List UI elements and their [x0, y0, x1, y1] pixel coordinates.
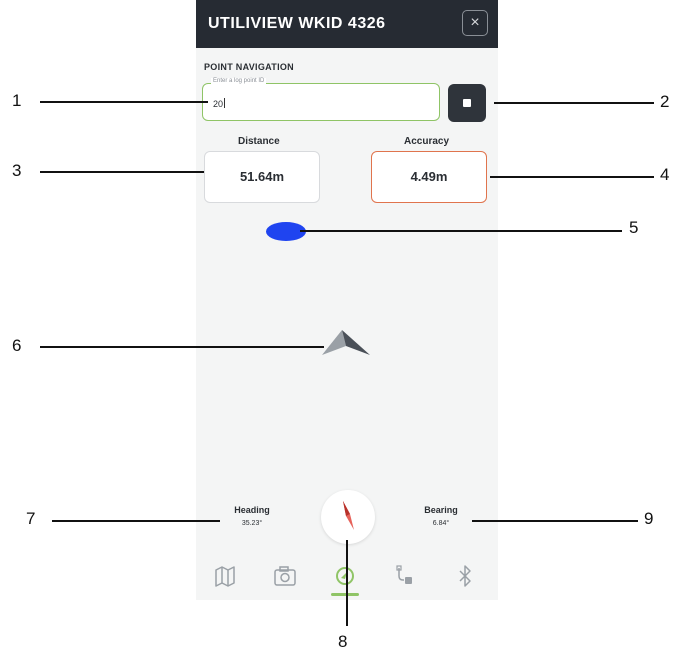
stop-icon: [463, 99, 471, 107]
heading-value: 35.23°: [241, 520, 263, 527]
callout-number: 9: [644, 509, 654, 528]
callout-line: [40, 101, 208, 103]
tab-navigation[interactable]: [330, 562, 360, 590]
log-point-input[interactable]: Enter a log point ID 20: [202, 78, 440, 121]
tab-camera[interactable]: [270, 562, 300, 590]
navigation-icon: [336, 567, 354, 585]
camera-icon: [274, 566, 296, 586]
callout-line: [346, 540, 348, 626]
section-title: POINT NAVIGATION: [204, 62, 294, 72]
callout-line: [490, 176, 654, 178]
callout-number: 8: [338, 632, 348, 651]
callout-number: 7: [26, 509, 36, 528]
callout-line: [472, 520, 638, 522]
callout-line: [40, 346, 324, 348]
callout-line: [300, 230, 622, 232]
accuracy-label: Accuracy: [404, 136, 450, 147]
compass: [321, 490, 375, 544]
tab-device[interactable]: [390, 562, 420, 590]
callout-number: 4: [660, 165, 670, 184]
title-bar: UTILIVIEW WKID 4326 ×: [196, 0, 498, 48]
callout-number: 6: [12, 336, 22, 355]
direction-arrow-icon: [322, 330, 370, 355]
tab-map[interactable]: [210, 562, 240, 590]
callout-line: [494, 102, 654, 104]
active-tab-indicator: [331, 593, 359, 596]
heading-label: Heading: [234, 505, 270, 515]
callout-number: 5: [629, 218, 639, 237]
callout-line: [52, 520, 220, 522]
input-value: 20: [213, 98, 226, 109]
close-icon: ×: [470, 14, 480, 31]
tab-bluetooth[interactable]: [450, 562, 480, 590]
bearing-label: Bearing: [424, 505, 458, 515]
close-button[interactable]: ×: [462, 10, 488, 36]
device-icon: [396, 565, 412, 584]
distance-label: Distance: [238, 136, 280, 147]
callout-number: 2: [660, 92, 670, 111]
app-title: UTILIVIEW WKID 4326: [208, 15, 386, 32]
map-icon: [215, 566, 235, 587]
stop-button[interactable]: [448, 84, 486, 122]
callout-number: 3: [12, 161, 22, 180]
bluetooth-icon: [459, 565, 471, 587]
callout-line: [40, 171, 204, 173]
compass-needle-icon: [343, 501, 354, 530]
input-placeholder: Enter a log point ID: [211, 78, 267, 84]
callout-number: 1: [12, 91, 22, 110]
bearing-value: 6.84°: [432, 520, 450, 527]
distance-value: 51.64m: [204, 151, 320, 203]
accuracy-value: 4.49m: [371, 151, 487, 203]
